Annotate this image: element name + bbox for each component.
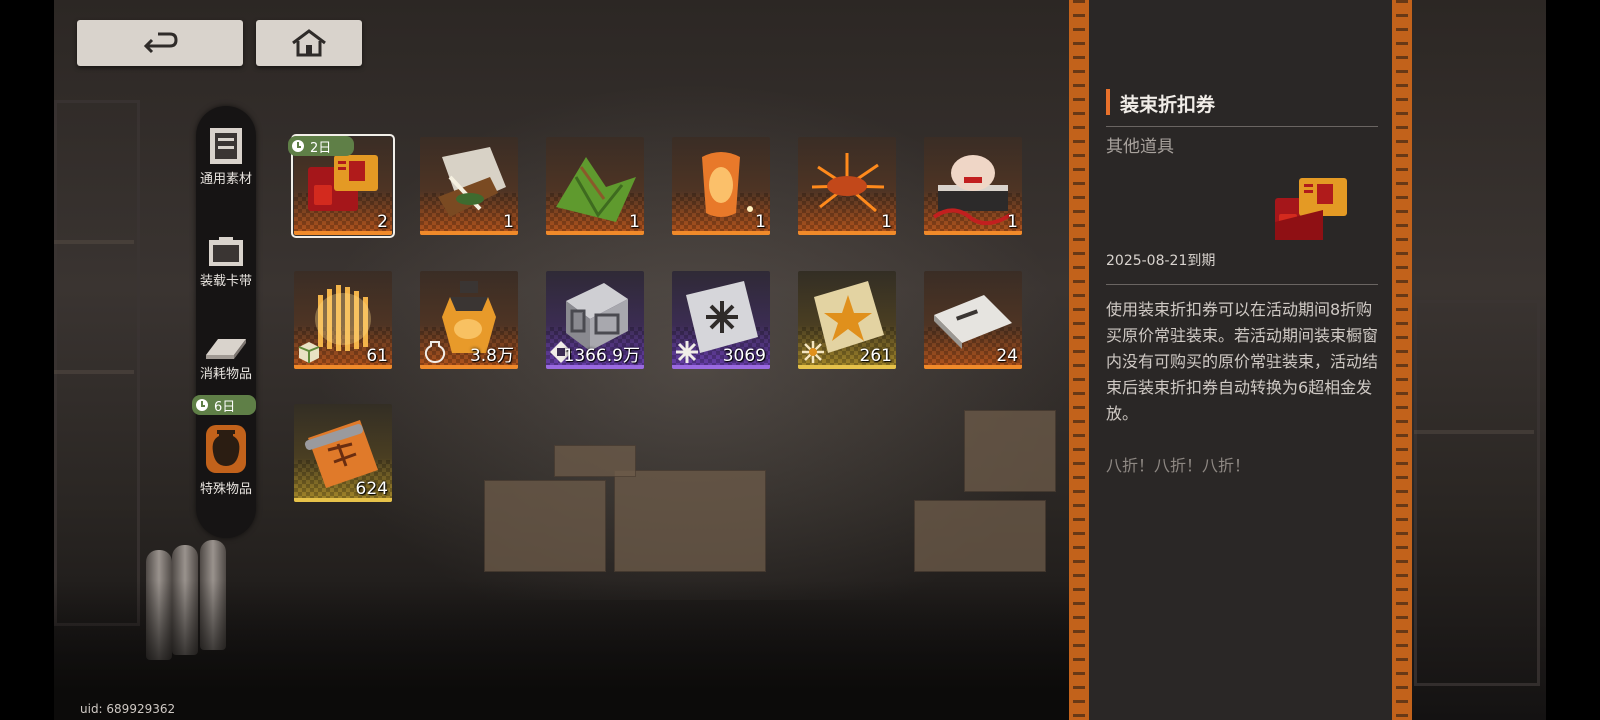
- item-count: 24: [996, 346, 1018, 366]
- detail-expiry: 2025-08-21到期: [1106, 253, 1216, 269]
- burst-sub-icon: [802, 341, 824, 363]
- item-count: 261: [859, 346, 892, 366]
- item-detail-panel: 装束折扣券 其他道具 2025-08-21到期 使用装束折扣券可以在活动期间8折…: [1089, 0, 1392, 720]
- title-accent-bar: [1106, 89, 1110, 115]
- item-slot-crystal-cluster[interactable]: 61: [294, 271, 392, 369]
- category-timer-badge: 6日: [192, 395, 256, 415]
- category-general-materials[interactable]: 通用素材: [196, 126, 256, 187]
- item-timer-badge: 2日: [288, 136, 354, 156]
- item-slot-white-ticket[interactable]: 24: [924, 271, 1022, 369]
- item-slot-gift-box[interactable]: 1: [924, 137, 1022, 235]
- coupon-preview-icon: [1275, 178, 1347, 240]
- item-count: 61: [366, 346, 388, 366]
- box-icon: [210, 128, 242, 164]
- item-count: 1: [881, 212, 892, 232]
- detail-title: 装束折扣券: [1120, 94, 1216, 116]
- background-beam: [54, 370, 134, 374]
- detail-category: 其他道具: [1106, 137, 1174, 157]
- background-beam: [54, 240, 134, 244]
- item-count: 3069: [722, 346, 766, 366]
- category-consumables[interactable]: 消耗物品: [196, 331, 256, 382]
- vase-sub-icon: [424, 341, 446, 364]
- detail-title-row: 装束折扣券: [1106, 86, 1378, 127]
- background-rack: [1414, 300, 1540, 686]
- clock-icon: [292, 140, 304, 152]
- plate-icon: [206, 339, 246, 359]
- letterbox-right: [1546, 0, 1600, 720]
- category-loading-cartridge[interactable]: 装载卡带: [196, 236, 256, 289]
- panel-edge-left: [1069, 0, 1089, 720]
- panel-edge-right: [1392, 0, 1412, 720]
- category-special-items[interactable]: 特殊物品: [196, 422, 256, 497]
- item-count: 624: [355, 479, 388, 499]
- item-count: 1366.9万: [563, 346, 640, 366]
- category-sidebar: 通用素材 装载卡带 消耗物品 特殊物品: [196, 106, 256, 538]
- item-slot-gold-star-card[interactable]: 261: [798, 271, 896, 369]
- star-sub-icon: [676, 341, 698, 363]
- category-label: 通用素材: [199, 172, 252, 187]
- item-slot-firework[interactable]: 1: [798, 137, 896, 235]
- vase-icon: [206, 425, 246, 473]
- background-crate: [614, 470, 766, 572]
- user-id: uid: 689929362: [80, 702, 176, 716]
- item-slot-scroll-bundle[interactable]: 1: [420, 137, 518, 235]
- detail-flavor-text: 八折！八折！八折！: [1106, 456, 1251, 475]
- detail-description: 使用装束折扣券可以在活动期间8折购买原价常驻装束。若活动期间装束橱窗内没有可购买…: [1106, 300, 1379, 423]
- item-slot-amber-bottle[interactable]: 3.8万: [420, 271, 518, 369]
- item-slot-orange-scroll[interactable]: 624: [294, 404, 392, 502]
- item-slot-star-card[interactable]: 3069: [672, 271, 770, 369]
- background-crate: [914, 500, 1046, 572]
- category-label: 消耗物品: [199, 367, 252, 382]
- item-count: 1: [1007, 212, 1018, 232]
- item-count: 1: [503, 212, 514, 232]
- home-icon: [292, 29, 326, 57]
- background-crate: [964, 410, 1056, 492]
- clock-icon: [196, 399, 208, 411]
- item-slot-silver-chip[interactable]: 1366.9万: [546, 271, 644, 369]
- item-count: 3.8万: [469, 346, 514, 366]
- item-slot-zongzi[interactable]: 1: [546, 137, 644, 235]
- back-button[interactable]: [77, 20, 243, 66]
- item-count: 2: [377, 212, 388, 232]
- background-rack: [54, 100, 140, 626]
- background-beam: [1414, 430, 1534, 434]
- background-floor: [54, 580, 1154, 720]
- timer-text: 6日: [214, 399, 236, 415]
- item-count: 1: [755, 212, 766, 232]
- timer-text: 2日: [310, 140, 332, 156]
- item-slot-sky-lantern[interactable]: 1: [672, 137, 770, 235]
- letterbox-left: [0, 0, 54, 720]
- cartridge-icon: [209, 237, 243, 266]
- background-crate: [554, 445, 636, 477]
- home-button[interactable]: [256, 20, 362, 66]
- detail-divider: [1106, 284, 1378, 285]
- category-label: 特殊物品: [199, 482, 252, 497]
- cube-sub-icon: [298, 342, 320, 363]
- background-crate: [484, 480, 606, 572]
- back-arrow-icon: [143, 32, 178, 54]
- item-count: 1: [629, 212, 640, 232]
- category-label: 装载卡带: [199, 274, 252, 289]
